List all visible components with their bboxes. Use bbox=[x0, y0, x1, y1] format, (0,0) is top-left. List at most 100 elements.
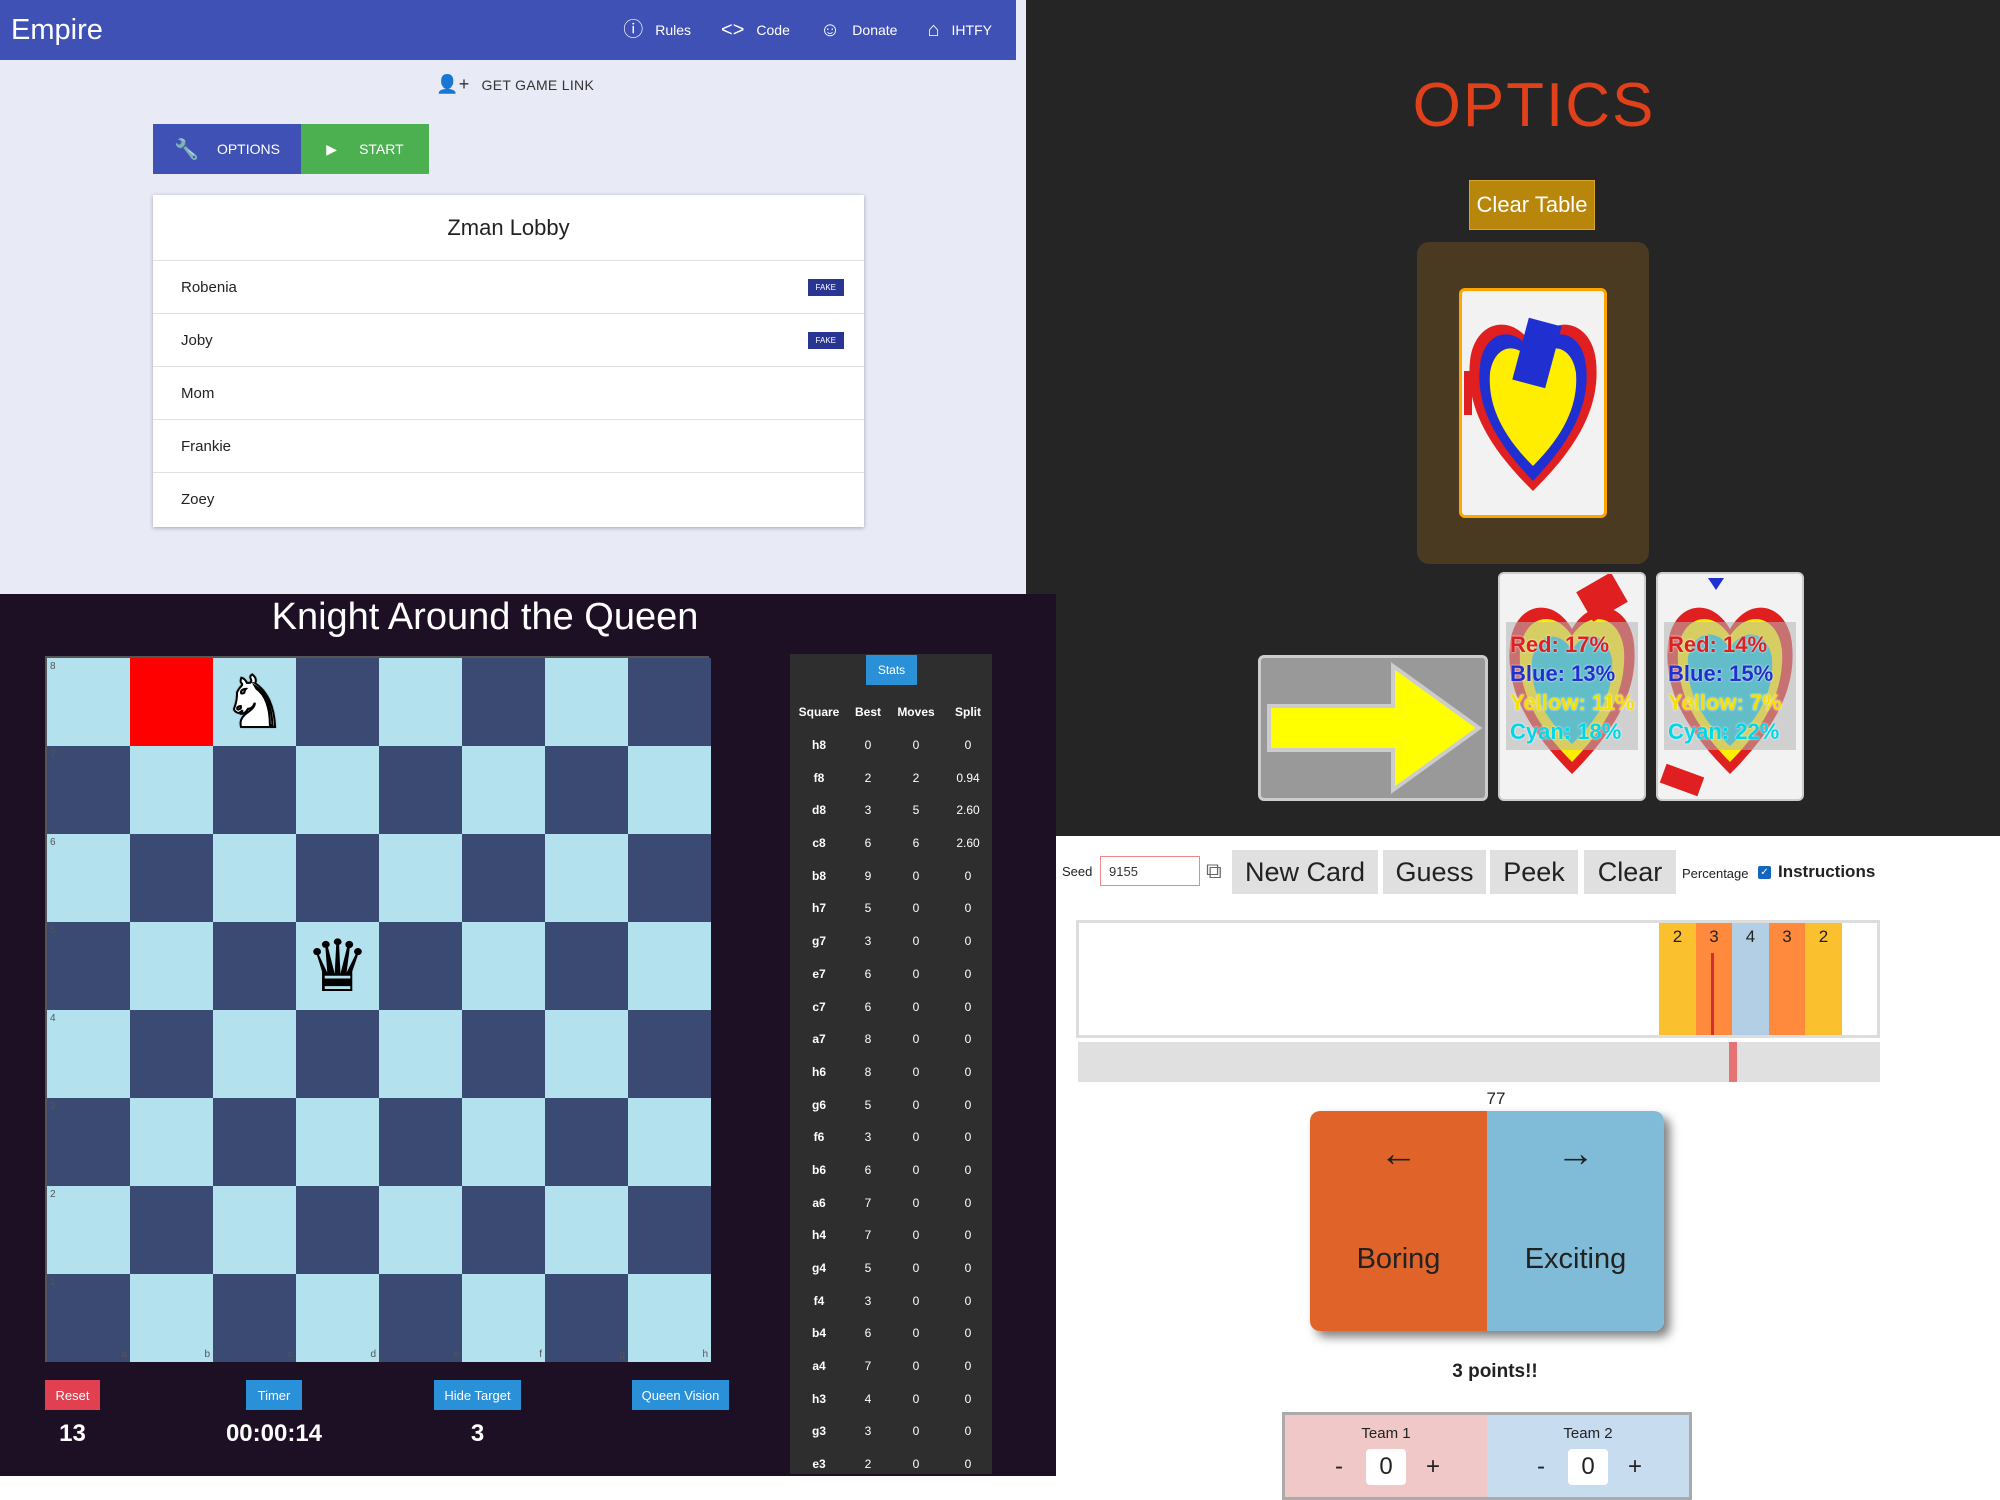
stats-button[interactable]: Stats bbox=[866, 655, 917, 685]
board-square-d1[interactable]: d bbox=[296, 1274, 379, 1362]
team-1-minus-button[interactable]: - bbox=[1322, 1449, 1356, 1485]
knight-piece[interactable]: ♞ bbox=[213, 658, 296, 746]
board-square-g8[interactable] bbox=[545, 658, 628, 746]
board-square-f3[interactable] bbox=[462, 1098, 545, 1186]
board-square-e5[interactable] bbox=[379, 922, 462, 1010]
board-square-f4[interactable] bbox=[462, 1010, 545, 1098]
board-square-a7[interactable]: 7 bbox=[47, 746, 130, 834]
board-square-a4[interactable]: 4 bbox=[47, 1010, 130, 1098]
board-square-h3[interactable] bbox=[628, 1098, 711, 1186]
clear-table-button[interactable]: Clear Table bbox=[1469, 180, 1595, 230]
new-card-button[interactable]: New Card bbox=[1232, 850, 1378, 894]
reset-button[interactable]: Reset bbox=[45, 1380, 100, 1410]
board-square-e6[interactable] bbox=[379, 834, 462, 922]
board-square-a3[interactable]: 3 bbox=[47, 1098, 130, 1186]
board-square-e1[interactable]: e bbox=[379, 1274, 462, 1362]
team-2-score[interactable]: 0 bbox=[1568, 1449, 1608, 1485]
board-square-f6[interactable] bbox=[462, 834, 545, 922]
selected-card[interactable] bbox=[1459, 288, 1607, 518]
board-square-d4[interactable] bbox=[296, 1010, 379, 1098]
copy-icon[interactable]: ⧉ bbox=[1206, 858, 1222, 884]
clear-button[interactable]: Clear bbox=[1584, 850, 1676, 894]
fake-badge[interactable]: FAKE bbox=[807, 278, 844, 296]
board-square-g1[interactable]: g bbox=[545, 1274, 628, 1362]
board-square-b6[interactable] bbox=[130, 834, 213, 922]
board-square-c7[interactable] bbox=[213, 746, 296, 834]
board-square-a5[interactable]: 5 bbox=[47, 922, 130, 1010]
option-card-2[interactable]: Red: 14% Blue: 15% Yellow: 7% Cyan: 22% bbox=[1656, 572, 1804, 801]
board-square-a8[interactable]: 8 bbox=[47, 658, 130, 746]
next-arrow-button[interactable] bbox=[1258, 655, 1488, 801]
board-square-e4[interactable] bbox=[379, 1010, 462, 1098]
team-2-plus-button[interactable]: + bbox=[1618, 1449, 1652, 1485]
board-square-e7[interactable] bbox=[379, 746, 462, 834]
board-square-b5[interactable] bbox=[130, 922, 213, 1010]
board-square-a6[interactable]: 6 bbox=[47, 834, 130, 922]
board-square-b3[interactable] bbox=[130, 1098, 213, 1186]
instructions-link[interactable]: Instructions bbox=[1778, 862, 1875, 882]
board-square-h5[interactable] bbox=[628, 922, 711, 1010]
board-square-h7[interactable] bbox=[628, 746, 711, 834]
board-square-c3[interactable] bbox=[213, 1098, 296, 1186]
board-square-f1[interactable]: f bbox=[462, 1274, 545, 1362]
board-square-d8[interactable] bbox=[296, 658, 379, 746]
nav-donate[interactable]: ☺ Donate bbox=[820, 20, 898, 40]
board-square-e3[interactable] bbox=[379, 1098, 462, 1186]
board-square-b4[interactable] bbox=[130, 1010, 213, 1098]
board-square-g2[interactable] bbox=[545, 1186, 628, 1274]
board-square-d3[interactable] bbox=[296, 1098, 379, 1186]
board-square-g6[interactable] bbox=[545, 834, 628, 922]
board-square-e2[interactable] bbox=[379, 1186, 462, 1274]
board-square-c2[interactable] bbox=[213, 1186, 296, 1274]
get-game-link-button[interactable]: 👤+ GET GAME LINK bbox=[436, 74, 594, 95]
board-square-h4[interactable] bbox=[628, 1010, 711, 1098]
board-square-g7[interactable] bbox=[545, 746, 628, 834]
board-square-b2[interactable] bbox=[130, 1186, 213, 1274]
dial-track[interactable] bbox=[1078, 1042, 1880, 1082]
board-square-a1[interactable]: 1a bbox=[47, 1274, 130, 1362]
nav-rules[interactable]: ⓘ Rules bbox=[623, 20, 691, 40]
board-square-d5[interactable]: ♛ bbox=[296, 922, 379, 1010]
timer-button[interactable]: Timer bbox=[246, 1380, 302, 1410]
start-button[interactable]: ▶ START bbox=[301, 124, 429, 174]
board-square-f8[interactable] bbox=[462, 658, 545, 746]
board-square-c6[interactable] bbox=[213, 834, 296, 922]
board-square-g5[interactable] bbox=[545, 922, 628, 1010]
board-square-b7[interactable] bbox=[130, 746, 213, 834]
board-square-h1[interactable]: h bbox=[628, 1274, 711, 1362]
board-square-d2[interactable] bbox=[296, 1186, 379, 1274]
board-square-h6[interactable] bbox=[628, 834, 711, 922]
queen-vision-button[interactable]: Queen Vision bbox=[632, 1380, 729, 1410]
team-2-minus-button[interactable]: - bbox=[1524, 1449, 1558, 1485]
option-card-1[interactable]: Red: 17% Blue: 13% Yellow: 11% Cyan: 18% bbox=[1498, 572, 1646, 801]
board-square-c1[interactable]: c bbox=[213, 1274, 296, 1362]
percentage-checkbox[interactable]: ✓ bbox=[1758, 866, 1771, 879]
board-square-b1[interactable]: b bbox=[130, 1274, 213, 1362]
options-button[interactable]: 🔧 OPTIONS bbox=[153, 124, 301, 174]
seed-input[interactable]: 9155 bbox=[1100, 856, 1200, 886]
board-square-e8[interactable] bbox=[379, 658, 462, 746]
chess-board[interactable]: 8 ♞ 7 6 5 ♛ 4 3 2 1 a b c d e f g h bbox=[45, 656, 711, 1362]
board-square-g4[interactable] bbox=[545, 1010, 628, 1098]
team-1-plus-button[interactable]: + bbox=[1416, 1449, 1450, 1485]
board-square-f2[interactable] bbox=[462, 1186, 545, 1274]
board-square-d7[interactable] bbox=[296, 746, 379, 834]
dial-handle[interactable] bbox=[1729, 1042, 1737, 1082]
board-square-h2[interactable] bbox=[628, 1186, 711, 1274]
team-1-score[interactable]: 0 bbox=[1366, 1449, 1406, 1485]
board-square-c4[interactable] bbox=[213, 1010, 296, 1098]
board-square-h8[interactable] bbox=[628, 658, 711, 746]
peek-button[interactable]: Peek bbox=[1490, 850, 1578, 894]
board-square-g3[interactable] bbox=[545, 1098, 628, 1186]
board-square-f5[interactable] bbox=[462, 922, 545, 1010]
fake-badge[interactable]: FAKE bbox=[807, 331, 844, 349]
board-square-d6[interactable] bbox=[296, 834, 379, 922]
board-square-a2[interactable]: 2 bbox=[47, 1186, 130, 1274]
board-square-c8[interactable]: ♞ bbox=[213, 658, 296, 746]
board-square-f7[interactable] bbox=[462, 746, 545, 834]
hide-target-button[interactable]: Hide Target bbox=[434, 1380, 521, 1410]
nav-code[interactable]: <> Code bbox=[721, 20, 790, 40]
board-square-c5[interactable] bbox=[213, 922, 296, 1010]
guess-button[interactable]: Guess bbox=[1383, 850, 1486, 894]
board-square-b8[interactable] bbox=[130, 658, 213, 746]
